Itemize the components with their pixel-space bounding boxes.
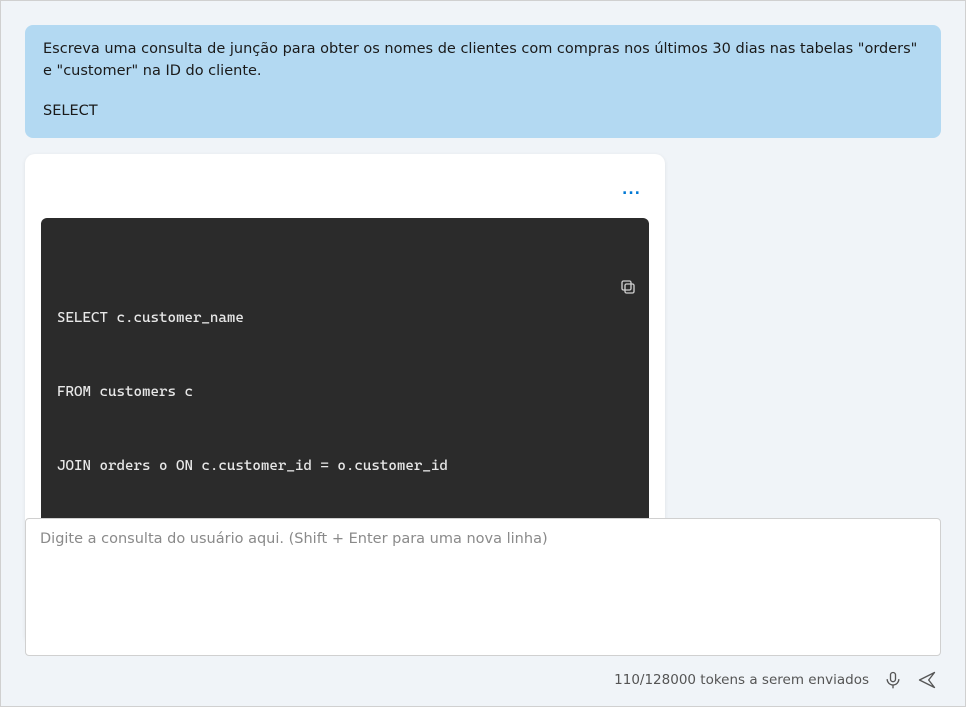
microphone-icon[interactable] bbox=[883, 670, 903, 690]
code-line: JOIN orders o ON c.customer_id = o.custo… bbox=[57, 454, 633, 479]
code-text: FROM customers c bbox=[57, 384, 193, 400]
user-prompt-trailing: SELECT bbox=[43, 101, 923, 123]
user-message-bubble: Escreva uma consulta de junção para obte… bbox=[25, 25, 941, 138]
code-text: SELECT c.customer_name bbox=[57, 310, 244, 326]
token-status: 110/128000 tokens a serem enviados bbox=[614, 672, 869, 688]
send-icon[interactable] bbox=[917, 670, 937, 690]
input-zone: 110/128000 tokens a serem enviados bbox=[1, 518, 965, 690]
code-text: JOIN orders o ON c.customer_id = o.custo… bbox=[57, 458, 448, 474]
input-footer-row: 110/128000 tokens a serem enviados bbox=[25, 670, 941, 690]
user-prompt-body: Escreva uma consulta de junção para obte… bbox=[43, 39, 923, 83]
more-actions-ellipsis[interactable]: ... bbox=[622, 182, 641, 198]
code-line: FROM customers c bbox=[57, 380, 633, 405]
app-frame: Escreva uma consulta de junção para obte… bbox=[0, 0, 966, 707]
code-line: SELECT c.customer_name bbox=[57, 306, 633, 331]
user-query-input[interactable] bbox=[25, 518, 941, 656]
copy-icon[interactable] bbox=[619, 228, 637, 246]
